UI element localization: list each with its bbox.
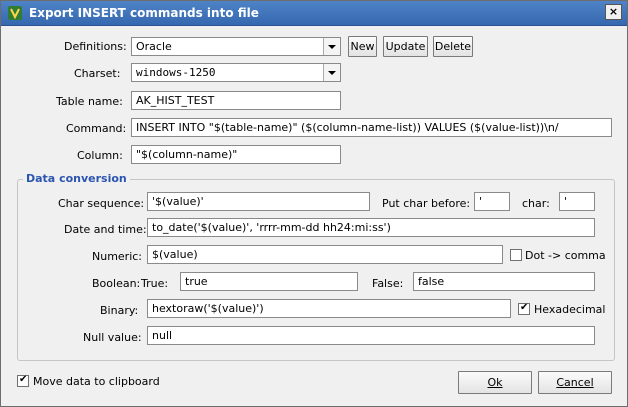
hexadecimal-checkbox[interactable]	[518, 302, 530, 315]
new-button[interactable]: New	[348, 36, 377, 57]
command-label: Command:	[66, 122, 127, 135]
ok-label: Ok	[487, 376, 503, 389]
command-field[interactable]: INSERT INTO "$(table-name)" ($(column-na…	[131, 118, 612, 137]
char-field[interactable]: '	[559, 192, 595, 211]
chevron-down-icon[interactable]	[323, 38, 340, 55]
hexadecimal-label: Hexadecimal	[534, 303, 606, 316]
date-time-field[interactable]: to_date('$(value)', 'rrrr-mm-dd hh24:mi:…	[147, 218, 595, 237]
column-label: Column:	[77, 149, 123, 162]
boolean-label: Boolean:	[92, 277, 141, 290]
put-char-before-label: Put char before:	[382, 197, 471, 210]
cancel-button[interactable]: Cancel	[538, 371, 612, 394]
definitions-value: Oracle	[136, 40, 172, 53]
export-dialog: Export INSERT commands into file × Defin…	[0, 0, 628, 407]
chevron-down-icon[interactable]	[323, 64, 340, 81]
app-icon	[8, 6, 22, 20]
ok-button[interactable]: Ok	[458, 371, 532, 394]
title-bar: Export INSERT commands into file ×	[1, 1, 627, 26]
delete-button[interactable]: Delete	[433, 36, 473, 57]
close-button[interactable]: ×	[605, 4, 622, 20]
true-field[interactable]: true	[180, 272, 358, 291]
dot-comma-checkbox[interactable]	[510, 249, 522, 261]
char-sequence-label: Char sequence:	[58, 197, 145, 210]
numeric-field[interactable]: $(value)	[147, 245, 503, 264]
dot-comma-label: Dot -> comma	[525, 249, 606, 262]
column-field[interactable]: "$(column-name)"	[131, 145, 341, 164]
charset-select[interactable]: windows-1250	[131, 63, 341, 82]
char-label: char:	[522, 197, 550, 210]
charset-label: Charset:	[74, 67, 121, 80]
charset-value: windows-1250	[136, 66, 216, 79]
table-name-field[interactable]: AK_HIST_TEST	[131, 91, 341, 110]
false-label: False:	[372, 277, 404, 290]
clipboard-checkbox[interactable]	[17, 374, 29, 387]
false-field[interactable]: false	[413, 272, 595, 291]
binary-field[interactable]: hextoraw('$(value)')	[147, 299, 511, 318]
numeric-label: Numeric:	[92, 250, 143, 263]
cancel-label: Cancel	[556, 376, 594, 389]
clipboard-label: Move data to clipboard	[33, 375, 160, 388]
update-button[interactable]: Update	[383, 36, 428, 57]
char-sequence-field[interactable]: '$(value)'	[147, 192, 370, 211]
definitions-select[interactable]: Oracle	[131, 37, 341, 56]
date-time-label: Date and time:	[64, 223, 147, 236]
null-value-label: Null value:	[83, 331, 142, 344]
null-value-field[interactable]: null	[147, 326, 595, 345]
true-label: True:	[141, 277, 169, 290]
data-conversion-title: Data conversion	[23, 172, 130, 185]
put-char-before-field[interactable]: '	[474, 192, 510, 211]
table-name-label: Table name:	[56, 95, 123, 108]
definitions-label: Definitions:	[64, 40, 127, 53]
window-title: Export INSERT commands into file	[29, 6, 259, 20]
binary-label: Binary:	[100, 304, 139, 317]
